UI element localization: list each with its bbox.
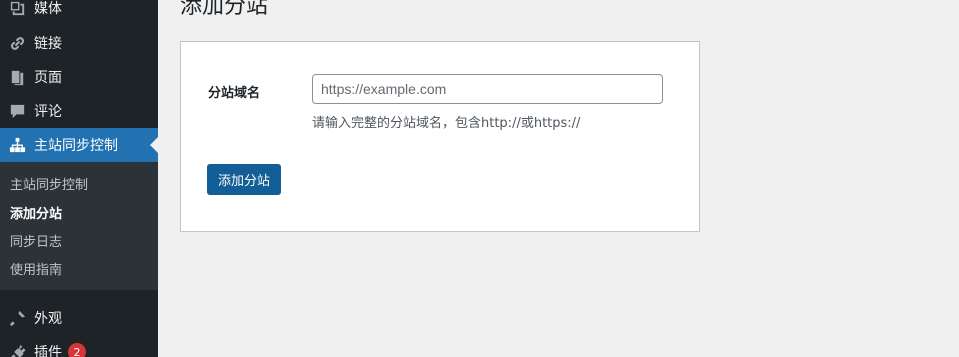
menu-item-sync-control[interactable]: 主站同步控制 <box>0 128 158 162</box>
submenu-item-add-site[interactable]: 添加分站 <box>10 203 62 222</box>
menu-item-media[interactable]: 媒体 <box>0 0 158 25</box>
menu-label-pages: 页面 <box>34 70 62 86</box>
sync-control-submenu: 主站同步控制 添加分站 同步日志 使用指南 <box>0 162 158 290</box>
media-icon <box>0 0 34 25</box>
plugin-icon <box>0 335 34 357</box>
menu-item-pages[interactable]: 页面 <box>0 60 158 94</box>
link-icon <box>0 26 34 60</box>
menu-label-plugins: 插件 <box>34 345 62 357</box>
submenu-item-guide[interactable]: 使用指南 <box>10 259 62 278</box>
domain-field-label: 分站域名 <box>208 86 261 101</box>
menu-item-appearance[interactable]: 外观 <box>0 301 158 335</box>
menu-label-comments: 评论 <box>34 104 62 120</box>
submenu-item-sync-log[interactable]: 同步日志 <box>10 231 62 250</box>
domain-field-description: 请输入完整的分站域名，包含http://或https:// <box>312 116 581 131</box>
plugins-update-badge: 2 <box>68 343 86 357</box>
menu-label-links: 链接 <box>34 36 62 52</box>
domain-input[interactable] <box>312 74 663 104</box>
page-icon <box>0 60 34 94</box>
menu-item-comments[interactable]: 评论 <box>0 94 158 128</box>
menu-item-plugins[interactable]: 插件 2 <box>0 335 158 357</box>
add-site-form-card: 分站域名 请输入完整的分站域名，包含http://或https:// 添加分站 <box>180 41 700 232</box>
page-title: 添加分站 <box>180 0 269 19</box>
admin-sidebar: 媒体 链接 页面 评论 主站同步控制 主站同步控制 添加分站 同步日志 使用指南 <box>0 0 158 357</box>
appearance-icon <box>0 301 34 335</box>
sitemap-icon <box>0 128 34 162</box>
comment-icon <box>0 94 34 128</box>
submenu-item-sync-control[interactable]: 主站同步控制 <box>10 174 88 193</box>
menu-label-appearance: 外观 <box>34 311 62 327</box>
menu-item-links[interactable]: 链接 <box>0 26 158 60</box>
add-site-button[interactable]: 添加分站 <box>207 164 282 195</box>
menu-label-sync-control: 主站同步控制 <box>34 138 118 154</box>
menu-label-media: 媒体 <box>34 1 62 17</box>
